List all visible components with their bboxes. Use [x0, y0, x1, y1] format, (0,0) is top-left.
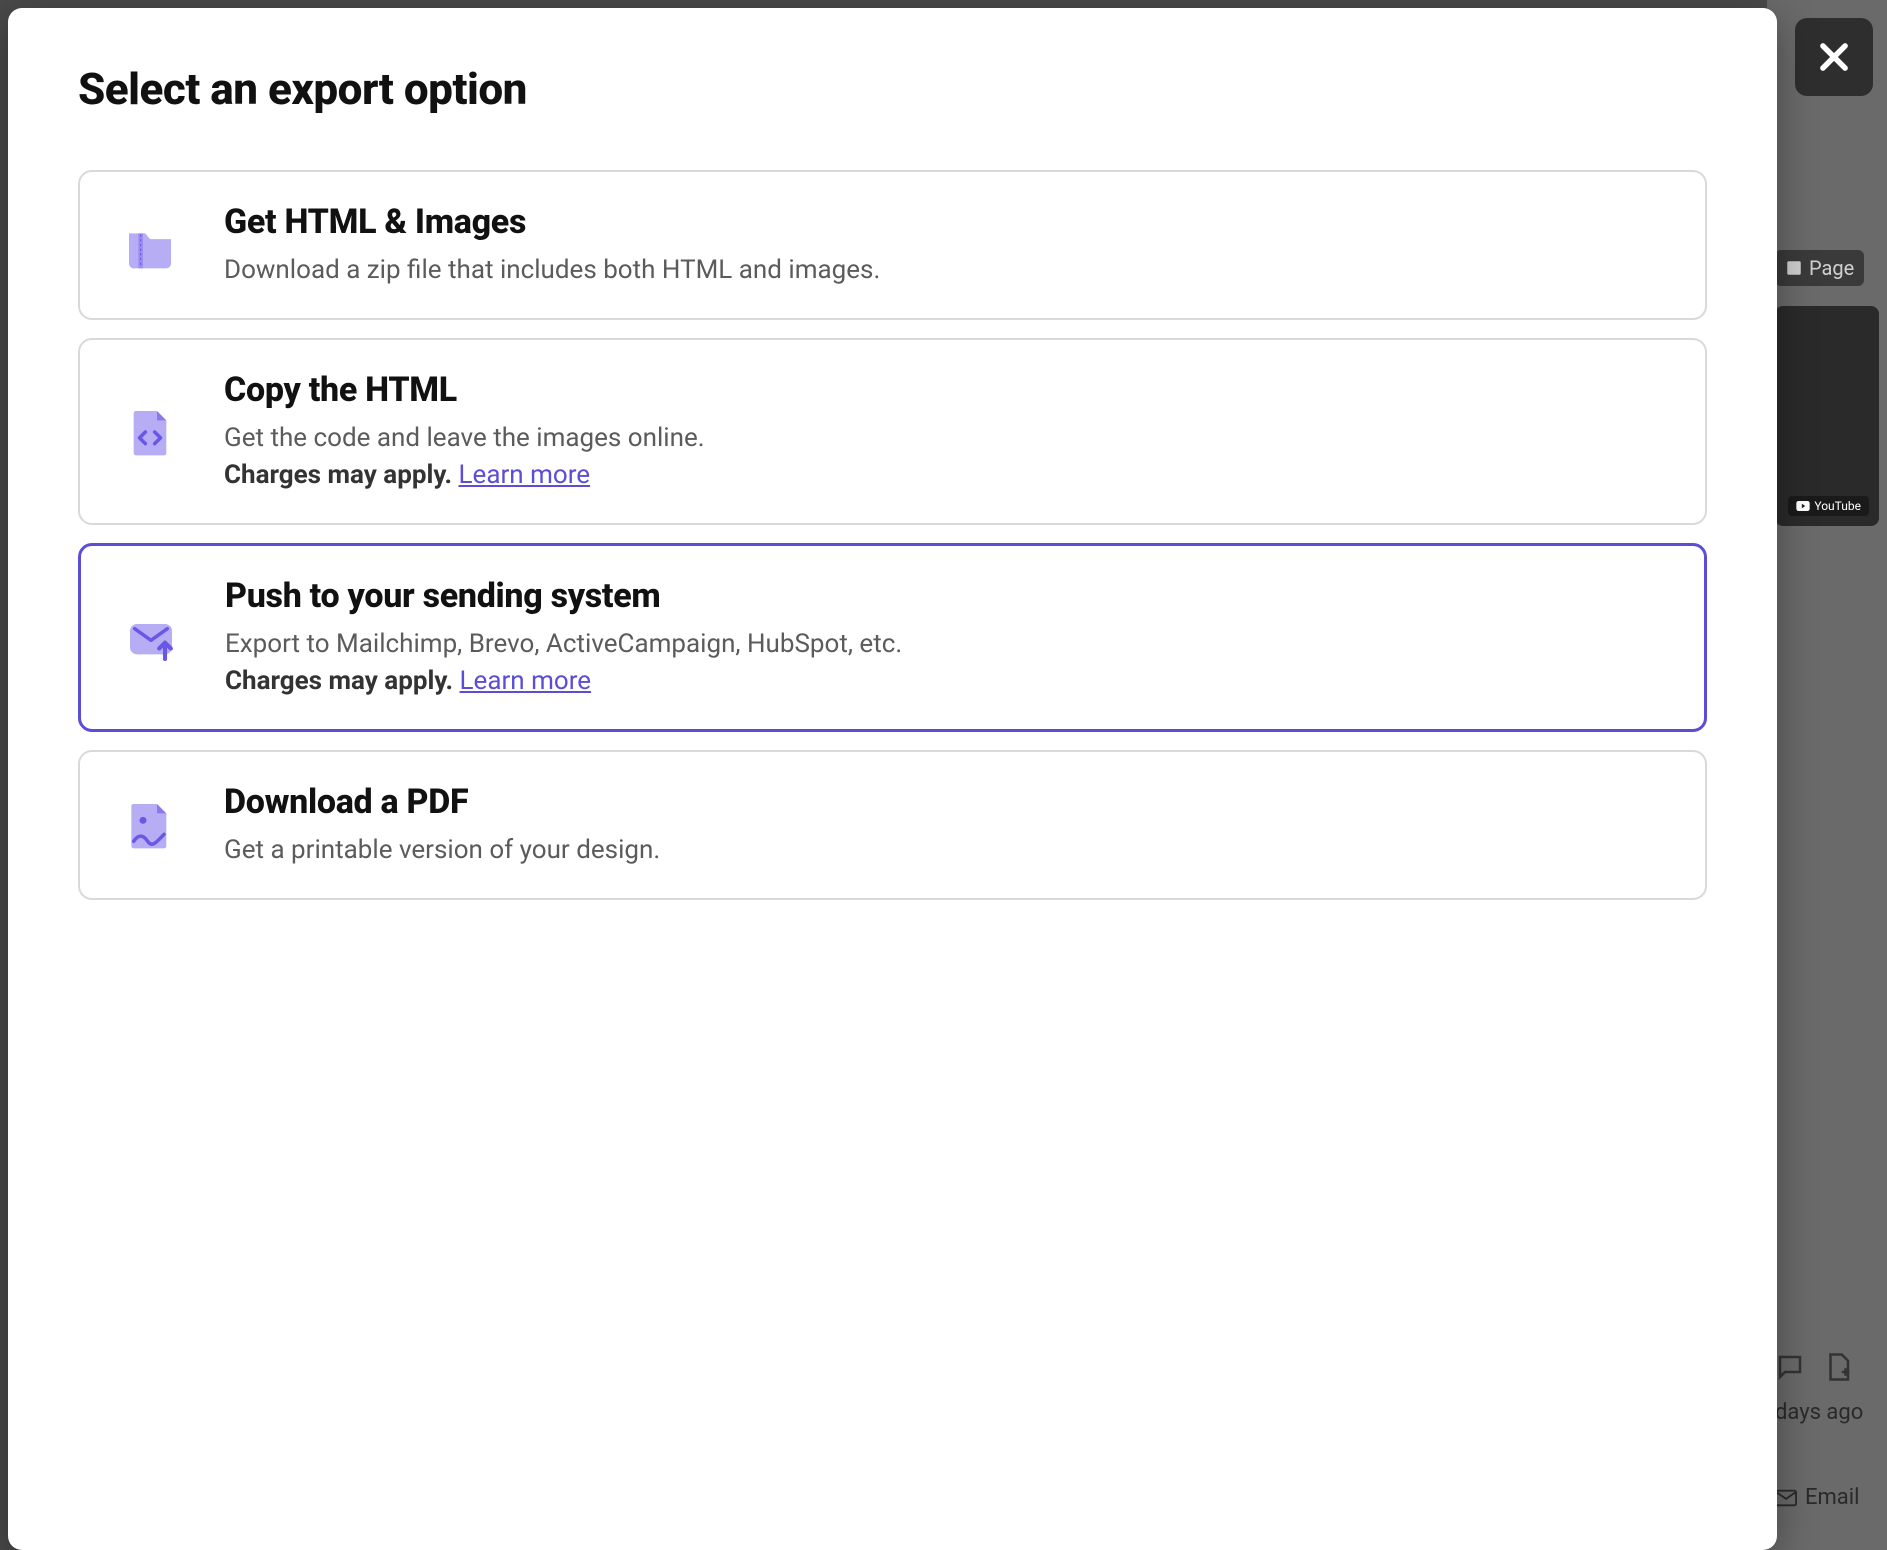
option-desc-text: Export to Mailchimp, Brevo, ActiveCampai…	[225, 629, 902, 659]
email-icon	[1775, 1489, 1797, 1507]
time-ago-text: days ago	[1775, 1400, 1879, 1425]
charges-text: Charges may apply.	[225, 666, 453, 696]
mail-upload-icon	[121, 608, 181, 668]
learn-more-link[interactable]: Learn more	[460, 666, 592, 696]
charges-text: Charges may apply.	[224, 460, 452, 490]
video-thumb: YouTube	[1775, 306, 1879, 526]
option-title: Copy the HTML	[224, 370, 1665, 410]
close-icon	[1815, 38, 1853, 76]
option-copy-html[interactable]: Copy the HTML Get the code and leave the…	[78, 338, 1707, 525]
background-panel: Page YouTube days ago Email	[1767, 0, 1887, 1550]
option-text: Copy the HTML Get the code and leave the…	[224, 370, 1665, 493]
page-label: Page	[1809, 256, 1854, 280]
bg-action-row	[1775, 1352, 1879, 1382]
code-file-icon	[120, 402, 180, 462]
dialog-title: Select an export option	[78, 63, 1707, 115]
option-title: Download a PDF	[224, 782, 1665, 822]
option-description: Download a zip file that includes both H…	[224, 252, 1665, 288]
file-add-icon	[1823, 1352, 1853, 1382]
zip-folder-icon	[120, 215, 180, 275]
option-description: Get a printable version of your design.	[224, 832, 1665, 868]
export-dialog: Select an export option Get HTML & Image…	[8, 8, 1777, 1550]
option-desc-text: Get the code and leave the images online…	[224, 423, 705, 453]
youtube-icon	[1796, 501, 1810, 511]
email-pill: Email	[1775, 1485, 1879, 1510]
option-push-sending-system[interactable]: Push to your sending system Export to Ma…	[78, 543, 1707, 732]
comment-icon	[1775, 1352, 1805, 1382]
option-text: Get HTML & Images Download a zip file th…	[224, 202, 1665, 288]
option-title: Get HTML & Images	[224, 202, 1665, 242]
learn-more-link[interactable]: Learn more	[459, 460, 591, 490]
option-text: Download a PDF Get a printable version o…	[224, 782, 1665, 868]
email-label: Email	[1805, 1485, 1859, 1510]
page-icon	[1785, 259, 1803, 277]
option-description: Export to Mailchimp, Brevo, ActiveCampai…	[225, 626, 1664, 699]
option-title: Push to your sending system	[225, 576, 1664, 616]
option-text: Push to your sending system Export to Ma…	[225, 576, 1664, 699]
youtube-badge: YouTube	[1788, 496, 1869, 516]
option-download-pdf[interactable]: Download a PDF Get a printable version o…	[78, 750, 1707, 900]
image-file-icon	[120, 795, 180, 855]
page-pill: Page	[1775, 250, 1864, 286]
option-description: Get the code and leave the images online…	[224, 420, 1665, 493]
option-get-html-images[interactable]: Get HTML & Images Download a zip file th…	[78, 170, 1707, 320]
youtube-label: YouTube	[1814, 499, 1861, 513]
close-button[interactable]	[1795, 18, 1873, 96]
